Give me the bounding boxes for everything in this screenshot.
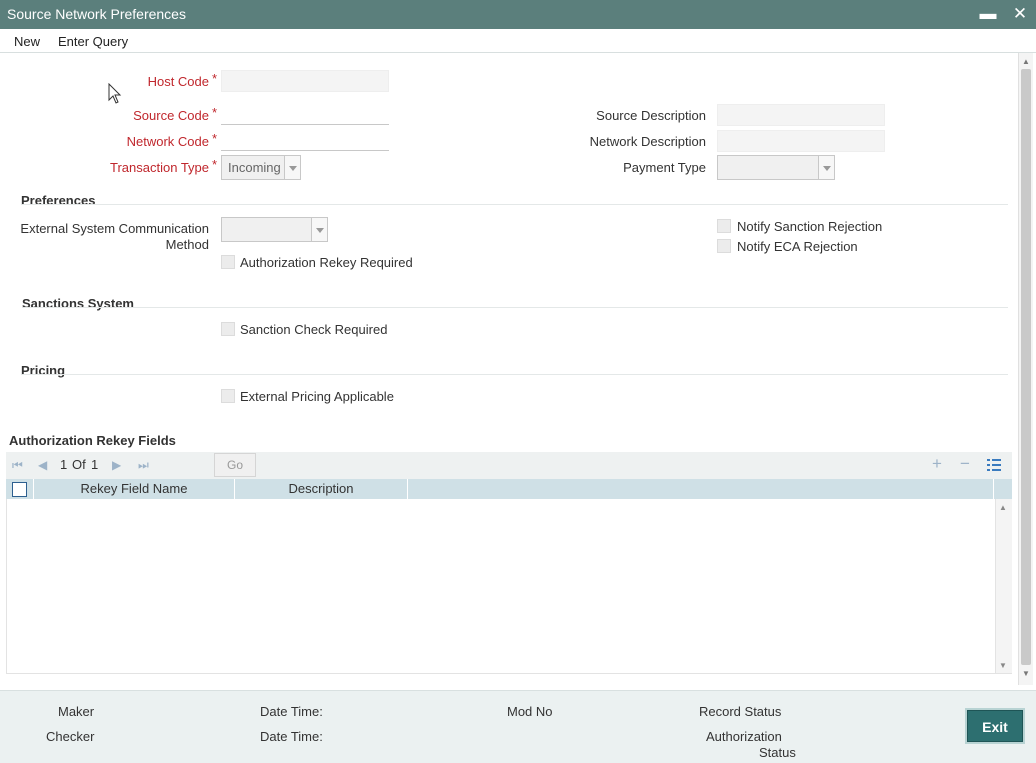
host-code-required: * [212,71,218,86]
window-title: Source Network Preferences [7,6,186,22]
audit-footer: Maker Checker Date Time: Date Time: Mod … [0,690,1036,763]
source-code-required: * [212,105,218,120]
select-all-cell [6,479,34,499]
mouse-cursor-icon [108,83,122,104]
next-page-icon[interactable]: ▶ [112,458,121,472]
divider [21,374,1008,375]
divider [21,204,1008,205]
payment-type-select[interactable] [717,155,835,180]
host-code-label: Host Code [147,74,209,89]
first-page-icon[interactable]: ⏮ [12,458,23,473]
pricing-heading: Pricing [21,363,66,378]
pager-total: 1 [91,457,99,472]
network-description-label: Network Description [589,134,706,149]
go-button[interactable]: Go [214,453,256,477]
col-filler [408,479,994,499]
pager-current: 1 [60,457,68,472]
grid-toolbar: ⏮ ◀ 1 Of 1 ▶ ⏭ Go + − [6,452,1012,479]
preferences-heading: Preferences [21,193,96,208]
select-all-checkbox[interactable] [12,482,27,497]
auth-rekey-label: Authorization Rekey Required [240,255,413,270]
auth-status-label-1: Authorization [706,729,782,744]
source-code-label: Source Code [133,108,209,123]
ext-comm-method-label-2: Method [165,237,209,252]
scroll-up-icon[interactable]: ▲ [999,503,1007,512]
exit-button[interactable]: Exit [967,710,1023,742]
grid-scrollbar[interactable]: ▲ ▼ [995,499,1012,673]
auth-status-label-2: Status [759,745,796,760]
notify-sanction-label: Notify Sanction Rejection [737,219,883,234]
network-code-field[interactable] [221,130,389,151]
col-description[interactable]: Description [235,479,408,499]
last-page-icon[interactable]: ⏭ [138,458,149,473]
network-code-label: Network Code [126,134,209,149]
sanction-check-label: Sanction Check Required [240,322,388,337]
scroll-down-icon[interactable]: ▼ [999,661,1007,670]
auth-rekey-checkbox[interactable] [221,255,235,269]
col-rekey-field-name[interactable]: Rekey Field Name [34,479,235,499]
transaction-type-value: Incoming [228,160,281,175]
source-description-field[interactable] [717,104,885,126]
divider [22,307,1008,308]
page-scrollbar[interactable]: ▲ ▼ [1018,53,1033,685]
ext-comm-method-label-1: External System Communication [20,221,209,236]
form-content: Host Code * Source Code * Network Code *… [0,53,1018,685]
maker-date-time-label: Date Time: [260,704,323,719]
maker-label: Maker [58,704,95,719]
rekey-fields-heading: Authorization Rekey Fields [9,433,176,448]
pager-of: Of [72,457,86,472]
mod-no-label: Mod No [507,704,553,719]
minimize-icon[interactable]: ▬ [978,3,998,25]
checker-label: Checker [46,729,95,744]
external-pricing-checkbox[interactable] [221,389,235,403]
transaction-type-select[interactable]: Incoming [221,155,301,180]
sanction-check-checkbox[interactable] [221,322,235,336]
menu-enter-query[interactable]: Enter Query [58,34,128,49]
grid-header: Rekey Field Name Description [6,479,1012,499]
payment-type-label: Payment Type [623,160,706,175]
menubar: New Enter Query [0,29,1036,53]
sanctions-heading: Sanctions System [22,296,134,311]
ext-comm-method-select[interactable] [221,217,328,242]
source-code-field[interactable] [221,104,389,125]
chevron-down-icon[interactable] [284,156,300,179]
add-row-icon[interactable]: + [932,454,942,474]
network-description-field[interactable] [717,130,885,152]
scroll-thumb[interactable] [1021,69,1031,665]
notify-eca-label: Notify ECA Rejection [737,239,858,254]
close-icon[interactable]: ✕ [1010,3,1030,25]
notify-eca-checkbox[interactable] [717,239,731,253]
list-view-icon[interactable] [987,458,1001,472]
chevron-down-icon[interactable] [311,218,327,241]
transaction-type-label: Transaction Type [110,160,209,175]
prev-page-icon[interactable]: ◀ [38,458,47,472]
window-titlebar: Source Network Preferences ▬ ✕ [0,0,1036,29]
network-code-required: * [212,131,218,146]
external-pricing-label: External Pricing Applicable [240,389,394,404]
notify-sanction-checkbox[interactable] [717,219,731,233]
scroll-down-icon[interactable]: ▼ [1022,669,1030,678]
chevron-down-icon[interactable] [818,156,834,179]
menu-new[interactable]: New [14,34,40,49]
scroll-up-icon[interactable]: ▲ [1022,57,1030,66]
host-code-field[interactable] [221,70,389,92]
checker-date-time-label: Date Time: [260,729,323,744]
grid-body: ▲ ▼ [6,499,1012,674]
transaction-type-required: * [212,157,218,172]
delete-row-icon[interactable]: − [960,454,970,474]
record-status-label: Record Status [699,704,782,719]
source-description-label: Source Description [596,108,706,123]
